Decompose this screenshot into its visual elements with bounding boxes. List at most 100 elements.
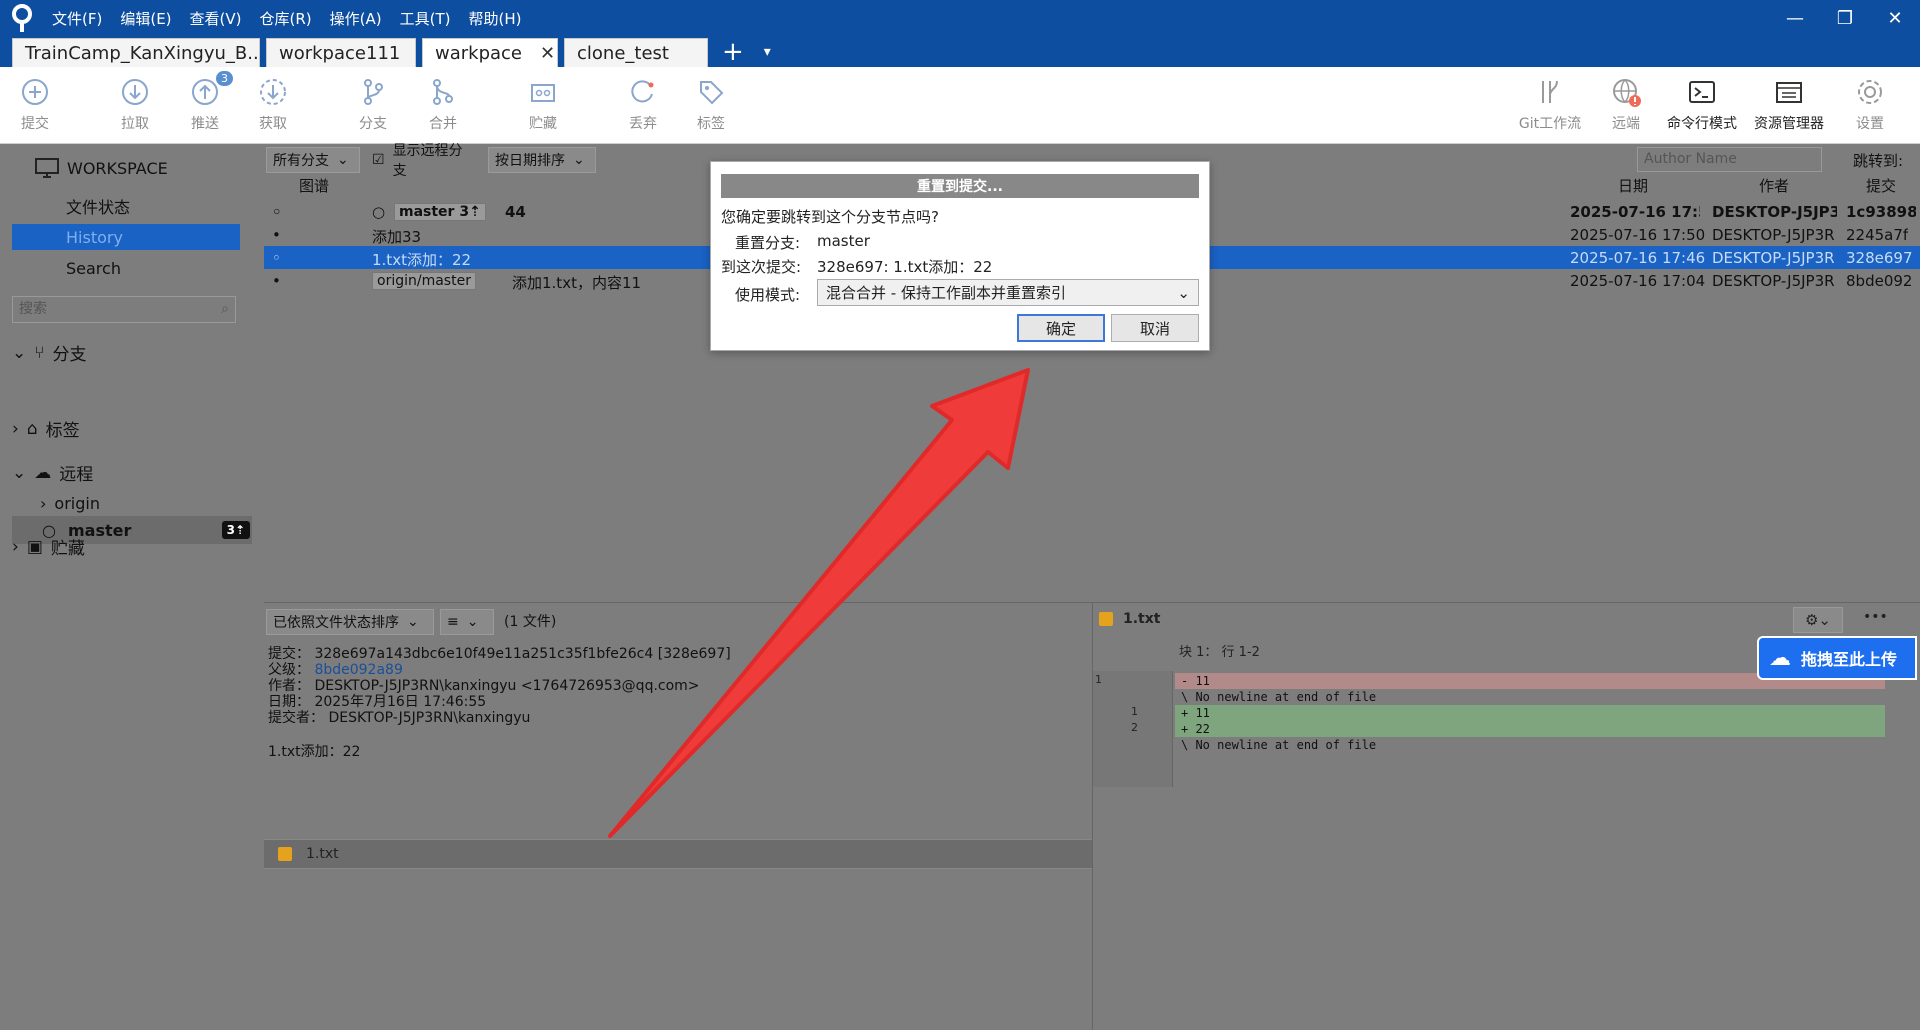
- stash-button[interactable]: 贮藏: [513, 77, 573, 133]
- tab-workpace111[interactable]: workpace111: [266, 38, 416, 67]
- arrow-down-circle-icon: [122, 79, 148, 105]
- sidebar-group-branches[interactable]: ⌄ ⑂ 分支: [12, 340, 87, 366]
- cancel-button[interactable]: 取消: [1111, 314, 1199, 342]
- sidebar-item-history[interactable]: History: [12, 224, 240, 250]
- sidebar-search-input[interactable]: 搜索 ⌕: [12, 296, 236, 323]
- explorer-button[interactable]: 资源管理器: [1747, 77, 1831, 133]
- branch-button[interactable]: 分支: [343, 77, 403, 133]
- pull-button[interactable]: 拉取: [105, 77, 165, 133]
- push-button[interactable]: 推送 3: [175, 71, 235, 133]
- stash-label: 贮藏: [529, 116, 557, 132]
- show-remote-label: 显示远程分支: [392, 143, 463, 179]
- changed-file-row[interactable]: 1.txt: [264, 839, 1092, 869]
- old-line-number: 1: [1095, 673, 1102, 686]
- reset-mode-select[interactable]: 混合合并 - 保持工作副本并重置索引 ⌄: [817, 279, 1199, 306]
- sidebar-group-remotes[interactable]: ⌄ ☁ 远程: [12, 460, 93, 486]
- sidebar-item-file-status[interactable]: 文件状态: [12, 193, 240, 219]
- chevron-down-icon: ⌄: [337, 152, 349, 168]
- menu-tools[interactable]: 工具(T): [400, 8, 451, 29]
- column-date[interactable]: 日期: [1618, 174, 1648, 196]
- reset-branch-value: master: [817, 232, 870, 250]
- view-mode-dropdown[interactable]: ≡ ⌄: [440, 609, 494, 635]
- stash-icon: ▣: [26, 536, 43, 557]
- sidebar-item-search[interactable]: Search: [12, 255, 240, 281]
- commit-date: 2025-07-16 17:46: [1570, 249, 1706, 267]
- diff-options-gear-icon[interactable]: ⚙⌄: [1793, 607, 1843, 633]
- changed-file-name: 1.txt: [306, 846, 339, 862]
- column-author[interactable]: 作者: [1759, 174, 1789, 196]
- menu-repo[interactable]: 仓库(R): [260, 8, 312, 29]
- graph-node-icon: ◦: [272, 203, 282, 221]
- push-label: 推送: [191, 116, 219, 132]
- chevron-down-icon: ⌄: [573, 152, 585, 168]
- ok-button[interactable]: 确定: [1017, 314, 1105, 342]
- commit-hash: 2245a7f: [1846, 226, 1909, 244]
- pull-label: 拉取: [121, 116, 149, 132]
- cloud-upload-icon: ☁: [1769, 645, 1791, 671]
- menu-edit[interactable]: 编辑(E): [120, 8, 171, 29]
- toolbar: 提交 拉取 推送 3 获取 分支 合并 贮藏 丢弃 标签 Git工作流 远端 命令…: [0, 67, 1920, 144]
- commit-message: 1.txt添加：22: [372, 251, 472, 269]
- minimize-button[interactable]: —: [1770, 0, 1820, 36]
- sidebar-group-tags[interactable]: › ⌂ 标签: [12, 416, 80, 442]
- graph-node-icon: •: [272, 226, 281, 244]
- column-commit[interactable]: 提交: [1866, 174, 1896, 196]
- author-placeholder: Author Name: [1644, 151, 1737, 167]
- close-window-button[interactable]: ✕: [1870, 0, 1920, 36]
- commit-date: 2025-07-16 17:5(: [1570, 203, 1700, 221]
- terminal-button[interactable]: 命令行模式: [1662, 77, 1742, 133]
- gitflow-button[interactable]: Git工作流: [1513, 77, 1587, 133]
- chevron-right-icon: ›: [12, 536, 19, 557]
- author-filter-input[interactable]: Author Name: [1637, 147, 1822, 172]
- settings-button[interactable]: 设置: [1840, 77, 1900, 133]
- discard-label: 丢弃: [629, 116, 657, 132]
- stash-icon: [531, 84, 555, 102]
- push-count-badge: 3: [216, 71, 233, 86]
- show-remote-checkbox[interactable]: ☑ 显示远程分支: [366, 143, 482, 179]
- remote-button[interactable]: 远端: [1596, 77, 1656, 133]
- sidebar-remote-origin[interactable]: › origin: [40, 494, 100, 513]
- fetch-label: 获取: [259, 116, 287, 132]
- sidebar-group-stashes[interactable]: › ▣ 贮藏: [12, 534, 85, 560]
- tab-warkpace[interactable]: warkpace ✕: [422, 38, 558, 67]
- folder-icon: [1776, 82, 1802, 103]
- commit-author: DESKTOP-J5JP3R: [1712, 249, 1835, 267]
- merge-button[interactable]: 合并: [413, 77, 473, 133]
- column-graph[interactable]: 图谱: [299, 174, 329, 196]
- checkbox-checked-icon: ☑: [372, 152, 385, 168]
- tab-traincamp[interactable]: TrainCamp_KanXingyu_B...: [12, 38, 260, 67]
- line-number-gutter: 1 1 2: [1093, 671, 1173, 787]
- hunk-header: 块 1： 行 1-2: [1179, 645, 1260, 660]
- branch-ref-tag[interactable]: master 3⇡: [394, 203, 486, 221]
- remote-ref-tag[interactable]: origin/master: [372, 272, 476, 290]
- discard-button[interactable]: 丢弃: [613, 77, 673, 133]
- plus-circle-icon: [22, 79, 48, 105]
- upload-drop-widget[interactable]: ☁ 拖拽至此上传: [1757, 636, 1917, 680]
- history-filters: 所有分支 ⌄ ☑ 显示远程分支 按日期排序 ⌄: [266, 143, 596, 179]
- menu-view[interactable]: 查看(V): [190, 8, 242, 29]
- more-options-icon[interactable]: •••: [1863, 609, 1888, 625]
- fetch-button[interactable]: 获取: [243, 77, 303, 133]
- tab-list-dropdown-icon[interactable]: ▾: [764, 38, 771, 67]
- menu-file[interactable]: 文件(F): [52, 8, 102, 29]
- sort-dropdown[interactable]: 按日期排序 ⌄: [488, 147, 596, 173]
- merge-icon: [433, 79, 453, 105]
- commit-button[interactable]: 提交: [5, 77, 65, 133]
- dialog-question: 您确定要跳转到这个分支节点吗?: [721, 208, 939, 226]
- add-tab-button[interactable]: +: [722, 38, 744, 67]
- target-commit-value: 328e697: 1.txt添加：22: [817, 258, 993, 276]
- menu-actions[interactable]: 操作(A): [330, 8, 382, 29]
- branches-label: 分支: [52, 345, 87, 365]
- tab-label: warkpace: [435, 42, 523, 64]
- file-sort-dropdown[interactable]: 已依照文件状态排序 ⌄: [266, 609, 434, 635]
- target-commit-label: 到这次提交:: [721, 258, 802, 276]
- tag-button[interactable]: 标签: [681, 77, 741, 133]
- tab-clone-test[interactable]: clone_test: [564, 38, 708, 67]
- reset-mode-label: 使用模式:: [735, 286, 801, 304]
- maximize-button[interactable]: ❐: [1820, 0, 1870, 36]
- committer-line: 提交者： DESKTOP-J5JP3RN\kanxingyu: [268, 710, 531, 726]
- tab-close-icon[interactable]: ✕: [540, 43, 555, 64]
- chevron-down-icon: ⌄: [466, 614, 479, 630]
- branch-filter-dropdown[interactable]: 所有分支 ⌄: [266, 147, 360, 173]
- menu-help[interactable]: 帮助(H): [468, 8, 521, 29]
